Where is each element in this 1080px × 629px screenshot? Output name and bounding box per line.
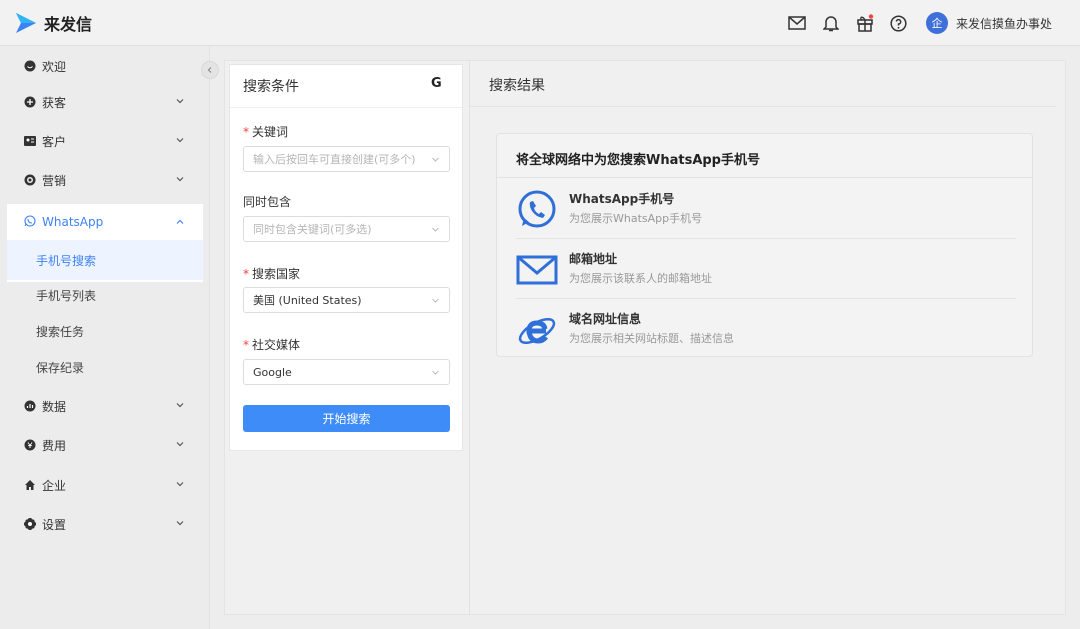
chevron-down-icon (432, 370, 439, 375)
divider (470, 106, 1056, 107)
sidebar-item-label: 设置 (42, 517, 67, 532)
logo-icon (14, 12, 38, 34)
sidebar-item-billing[interactable]: 费用 (0, 426, 203, 464)
app-logo[interactable]: 来发信 (14, 11, 92, 35)
include-field[interactable] (243, 216, 450, 242)
chevron-down-icon (176, 138, 184, 143)
sidebar-item-settings[interactable]: 设置 (0, 505, 203, 543)
feature-desc: 为您展示WhatsApp手机号 (569, 212, 703, 225)
ie-browser-icon (516, 309, 558, 351)
divider (516, 298, 1016, 299)
media-select[interactable]: Google (243, 359, 450, 385)
card-title: 将全球网络中为您搜索WhatsApp手机号 (516, 153, 760, 168)
chevron-down-icon (176, 482, 184, 487)
home-icon (24, 479, 36, 491)
whatsapp-icon (516, 189, 558, 231)
plus-circle-icon (24, 96, 36, 108)
sidebar-item-acquire[interactable]: 获客 (0, 83, 203, 121)
sidebar-subitem-search-tasks[interactable]: 搜索任务 (0, 313, 203, 349)
chevron-down-icon (176, 403, 184, 408)
results-info-card: 将全球网络中为您搜索WhatsApp手机号 WhatsApp手机号 为您展示Wh… (496, 133, 1033, 357)
coin-icon (24, 439, 36, 451)
help-icon[interactable] (890, 14, 908, 32)
sidebar-item-label: 获客 (42, 95, 67, 110)
chevron-down-icon (176, 521, 184, 526)
sidebar-item-welcome[interactable]: 欢迎 (0, 47, 203, 85)
feature-whatsapp: WhatsApp手机号 为您展示WhatsApp手机号 (516, 184, 1016, 234)
feature-title: 邮箱地址 (569, 252, 618, 266)
media-label: * 社交媒体 (243, 338, 301, 352)
feature-email: 邮箱地址 为您展示该联系人的邮箱地址 (516, 244, 1016, 294)
gift-icon[interactable] (856, 14, 874, 32)
sidebar-item-marketing[interactable]: 营销 (0, 161, 203, 199)
mail-icon[interactable] (788, 14, 806, 32)
search-panel: 搜索条件 G *关键词 同时包含 *搜索国家 美国 (United States… (230, 65, 462, 450)
divider (469, 60, 470, 615)
include-input[interactable] (253, 222, 428, 236)
sidebar-item-label: 费用 (42, 438, 67, 453)
keyword-input[interactable] (253, 152, 428, 166)
user-name[interactable]: 来发信摸鱼办事处 (956, 15, 1052, 32)
sidebar-item-label: 数据 (42, 399, 67, 414)
divider (230, 107, 462, 108)
chevron-down-icon (432, 157, 439, 162)
mail-icon (516, 249, 558, 291)
sidebar-subitem-saved-records[interactable]: 保存纪录 (0, 349, 203, 385)
chevron-down-icon (176, 442, 184, 447)
country-label: * 搜索国家 (243, 267, 301, 281)
sidebar-item-label: 欢迎 (42, 59, 67, 74)
divider (516, 238, 1016, 239)
panel-title: 搜索条件 (243, 79, 299, 95)
country-select[interactable]: 美国 (United States) (243, 287, 450, 313)
sidebar-item-enterprise[interactable]: 企业 (0, 466, 203, 504)
gear-icon (24, 518, 36, 530)
feature-desc: 为您展示该联系人的邮箱地址 (569, 272, 712, 285)
app-name: 来发信 (44, 14, 93, 34)
avatar[interactable]: 企 (925, 12, 948, 34)
sidebar-item-label: 营销 (42, 173, 67, 188)
sidebar-item-label: 客户 (42, 134, 67, 149)
start-search-button[interactable]: 开始搜索 (243, 405, 450, 432)
sidebar-subitem-phone-list[interactable]: 手机号列表 (0, 277, 203, 313)
target-icon (24, 174, 36, 186)
chevron-down-icon (432, 298, 439, 303)
sidebar-item-label: 企业 (42, 478, 67, 493)
country-value: 美国 (United States) (253, 294, 362, 307)
chevron-down-icon (176, 99, 184, 104)
divider (497, 177, 1032, 178)
feature-title: WhatsApp手机号 (569, 192, 675, 206)
keyword-label: * 关键词 (243, 125, 289, 139)
keyword-field[interactable] (243, 146, 450, 172)
sidebar-item-data[interactable]: 数据 (0, 387, 203, 425)
sidebar-collapse-button[interactable] (201, 61, 219, 79)
include-label: 同时包含 (243, 195, 292, 209)
sidebar-item-customers[interactable]: 客户 (0, 122, 203, 160)
media-value: Google (253, 365, 292, 379)
google-icon[interactable]: G (431, 76, 442, 91)
top-bar: 来发信 企 来发信摸鱼办事处 (0, 0, 1080, 46)
chevron-down-icon (176, 177, 184, 182)
results-title: 搜索结果 (489, 78, 545, 94)
chevron-up-icon (176, 219, 184, 224)
sidebar-item-whatsapp[interactable]: WhatsApp (7, 204, 203, 240)
bell-icon[interactable] (822, 14, 840, 32)
whatsapp-icon (24, 214, 36, 230)
chevron-down-icon (432, 227, 439, 232)
feature-domain: 域名网址信息 为您展示相关网站标题、描述信息 (516, 304, 1016, 354)
chevron-left-icon (207, 67, 212, 73)
sidebar-subitem-phone-search[interactable]: 手机号搜索 (7, 240, 203, 280)
id-card-icon (24, 135, 36, 147)
chart-icon (24, 400, 36, 412)
sidebar-item-label: WhatsApp (42, 215, 104, 229)
smile-icon (24, 60, 36, 72)
feature-desc: 为您展示相关网站标题、描述信息 (569, 332, 734, 345)
feature-title: 域名网址信息 (569, 312, 642, 326)
